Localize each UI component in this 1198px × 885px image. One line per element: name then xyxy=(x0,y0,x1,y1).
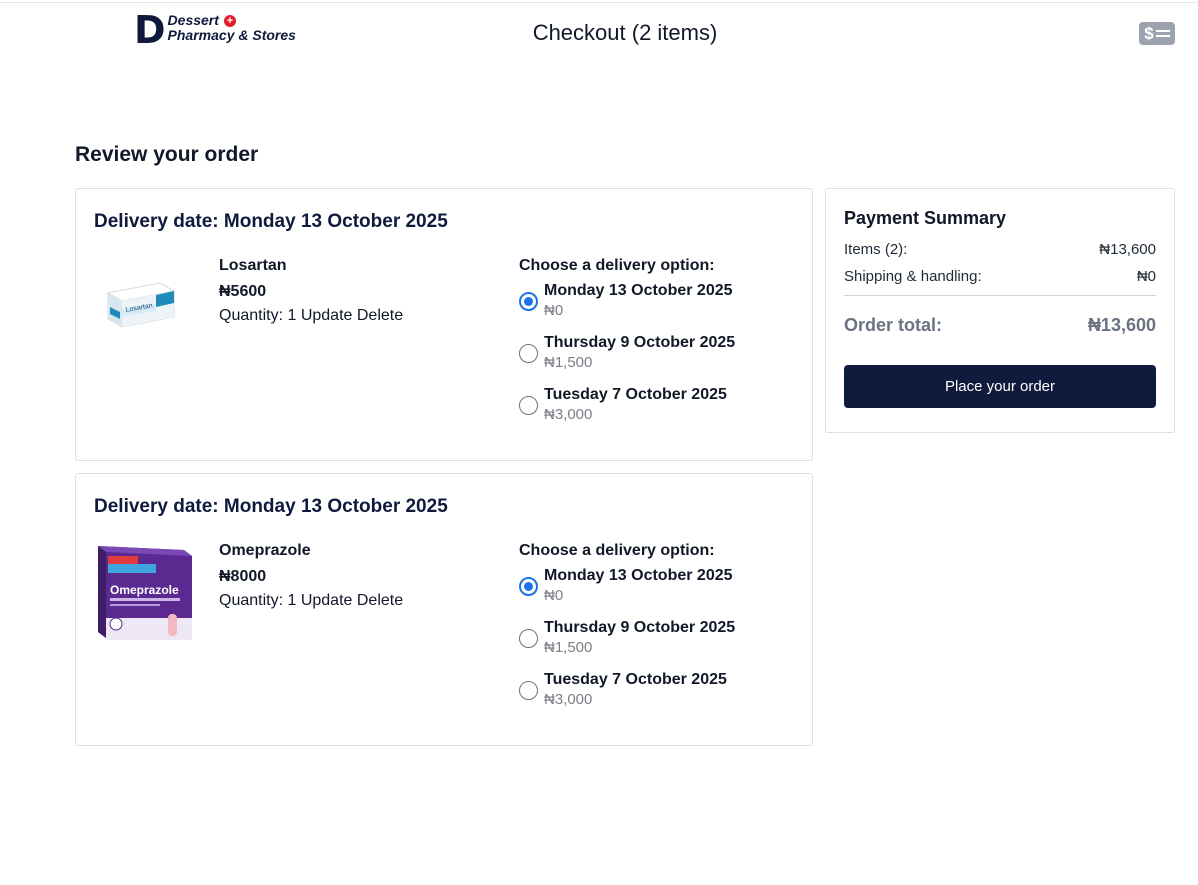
delivery-option[interactable]: Tuesday 7 October 2025 ₦3,000 xyxy=(519,385,735,437)
total-label: Order total: xyxy=(844,315,943,335)
quantity-label: Quantity: 1 xyxy=(219,592,297,609)
page-title: Checkout (2 items) xyxy=(532,20,718,45)
radio-button-selected[interactable] xyxy=(519,292,538,311)
summary-total-row: Order total: ₦13,600 xyxy=(844,315,1156,336)
delivery-option[interactable]: Thursday 9 October 2025 ₦1,500 xyxy=(519,333,735,385)
items-label: Items (2): xyxy=(844,241,908,258)
option-price: ₦3,000 xyxy=(544,406,593,423)
delivery-options-title: Choose a delivery option: xyxy=(519,542,715,559)
update-link[interactable]: Update xyxy=(301,307,353,324)
radio-button[interactable] xyxy=(519,396,538,415)
top-border xyxy=(0,2,1198,3)
product-info: Omeprazole ₦8000 Quantity: 1 Update Dele… xyxy=(219,542,403,610)
delivery-date: Delivery date: Monday 13 October 2025 xyxy=(94,211,448,232)
summary-items-row: Items (2): ₦13,600 xyxy=(844,241,1156,258)
option-date: Monday 13 October 2025 xyxy=(544,282,733,299)
radio-button-selected[interactable] xyxy=(519,577,538,596)
omeprazole-box-image: Omeprazole xyxy=(98,546,192,640)
order-card: Delivery date: Monday 13 October 2025 Lo… xyxy=(75,188,813,461)
items-value: ₦13,600 xyxy=(1099,241,1156,258)
radio-button[interactable] xyxy=(519,629,538,648)
order-card: Delivery date: Monday 13 October 2025 Om… xyxy=(75,473,813,746)
shipping-value: ₦0 xyxy=(1136,268,1156,285)
delivery-options: Choose a delivery option: Monday 13 Octo… xyxy=(519,542,735,722)
shipping-label: Shipping & handling: xyxy=(844,268,982,285)
delivery-option[interactable]: Tuesday 7 October 2025 ₦3,000 xyxy=(519,670,735,722)
quantity-label: Quantity: 1 xyxy=(219,307,297,324)
dollar-menu-icon[interactable]: $ xyxy=(1139,22,1175,45)
product-name: Omeprazole xyxy=(219,542,311,559)
product-quantity: Quantity: 1 Update Delete xyxy=(219,307,403,325)
delivery-option[interactable]: Monday 13 October 2025 ₦0 xyxy=(519,566,735,618)
delivery-options-title: Choose a delivery option: xyxy=(519,257,715,274)
option-date: Tuesday 7 October 2025 xyxy=(544,386,727,403)
option-price: ₦0 xyxy=(544,302,564,319)
product-quantity: Quantity: 1 Update Delete xyxy=(219,592,403,610)
summary-shipping-row: Shipping & handling: ₦0 xyxy=(844,268,1156,285)
radio-button[interactable] xyxy=(519,681,538,700)
place-order-button[interactable]: Place your order xyxy=(844,365,1156,408)
product-price: ₦5600 xyxy=(219,283,267,300)
delivery-options: Choose a delivery option: Monday 13 Octo… xyxy=(519,257,735,437)
summary-divider xyxy=(844,295,1156,296)
product-info: Losartan ₦5600 Quantity: 1 Update Delete xyxy=(219,257,403,325)
payment-summary: Payment Summary Items (2): ₦13,600 Shipp… xyxy=(825,188,1175,433)
option-date: Thursday 9 October 2025 xyxy=(544,619,736,636)
svg-text:Omeprazole: Omeprazole xyxy=(110,583,179,597)
update-link[interactable]: Update xyxy=(301,592,353,609)
option-price: ₦1,500 xyxy=(544,354,593,371)
radio-button[interactable] xyxy=(519,344,538,363)
option-date: Monday 13 October 2025 xyxy=(544,567,733,584)
product-name: Losartan xyxy=(219,257,287,274)
total-value: ₦13,600 xyxy=(1087,315,1156,335)
option-price: ₦0 xyxy=(544,587,564,604)
delete-link[interactable]: Delete xyxy=(357,307,403,324)
option-date: Thursday 9 October 2025 xyxy=(544,334,736,351)
delivery-date: Delivery date: Monday 13 October 2025 xyxy=(94,496,448,517)
option-price: ₦1,500 xyxy=(544,639,593,656)
delete-link[interactable]: Delete xyxy=(357,592,403,609)
review-order-heading: Review your order xyxy=(75,143,259,166)
delivery-option[interactable]: Monday 13 October 2025 ₦0 xyxy=(519,281,735,333)
option-date: Tuesday 7 October 2025 xyxy=(544,671,727,688)
delivery-option[interactable]: Thursday 9 October 2025 ₦1,500 xyxy=(519,618,735,670)
option-price: ₦3,000 xyxy=(544,691,593,708)
product-price: ₦8000 xyxy=(219,568,267,585)
summary-title: Payment Summary xyxy=(844,208,1007,228)
losartan-box-image: Losartan xyxy=(106,282,176,328)
